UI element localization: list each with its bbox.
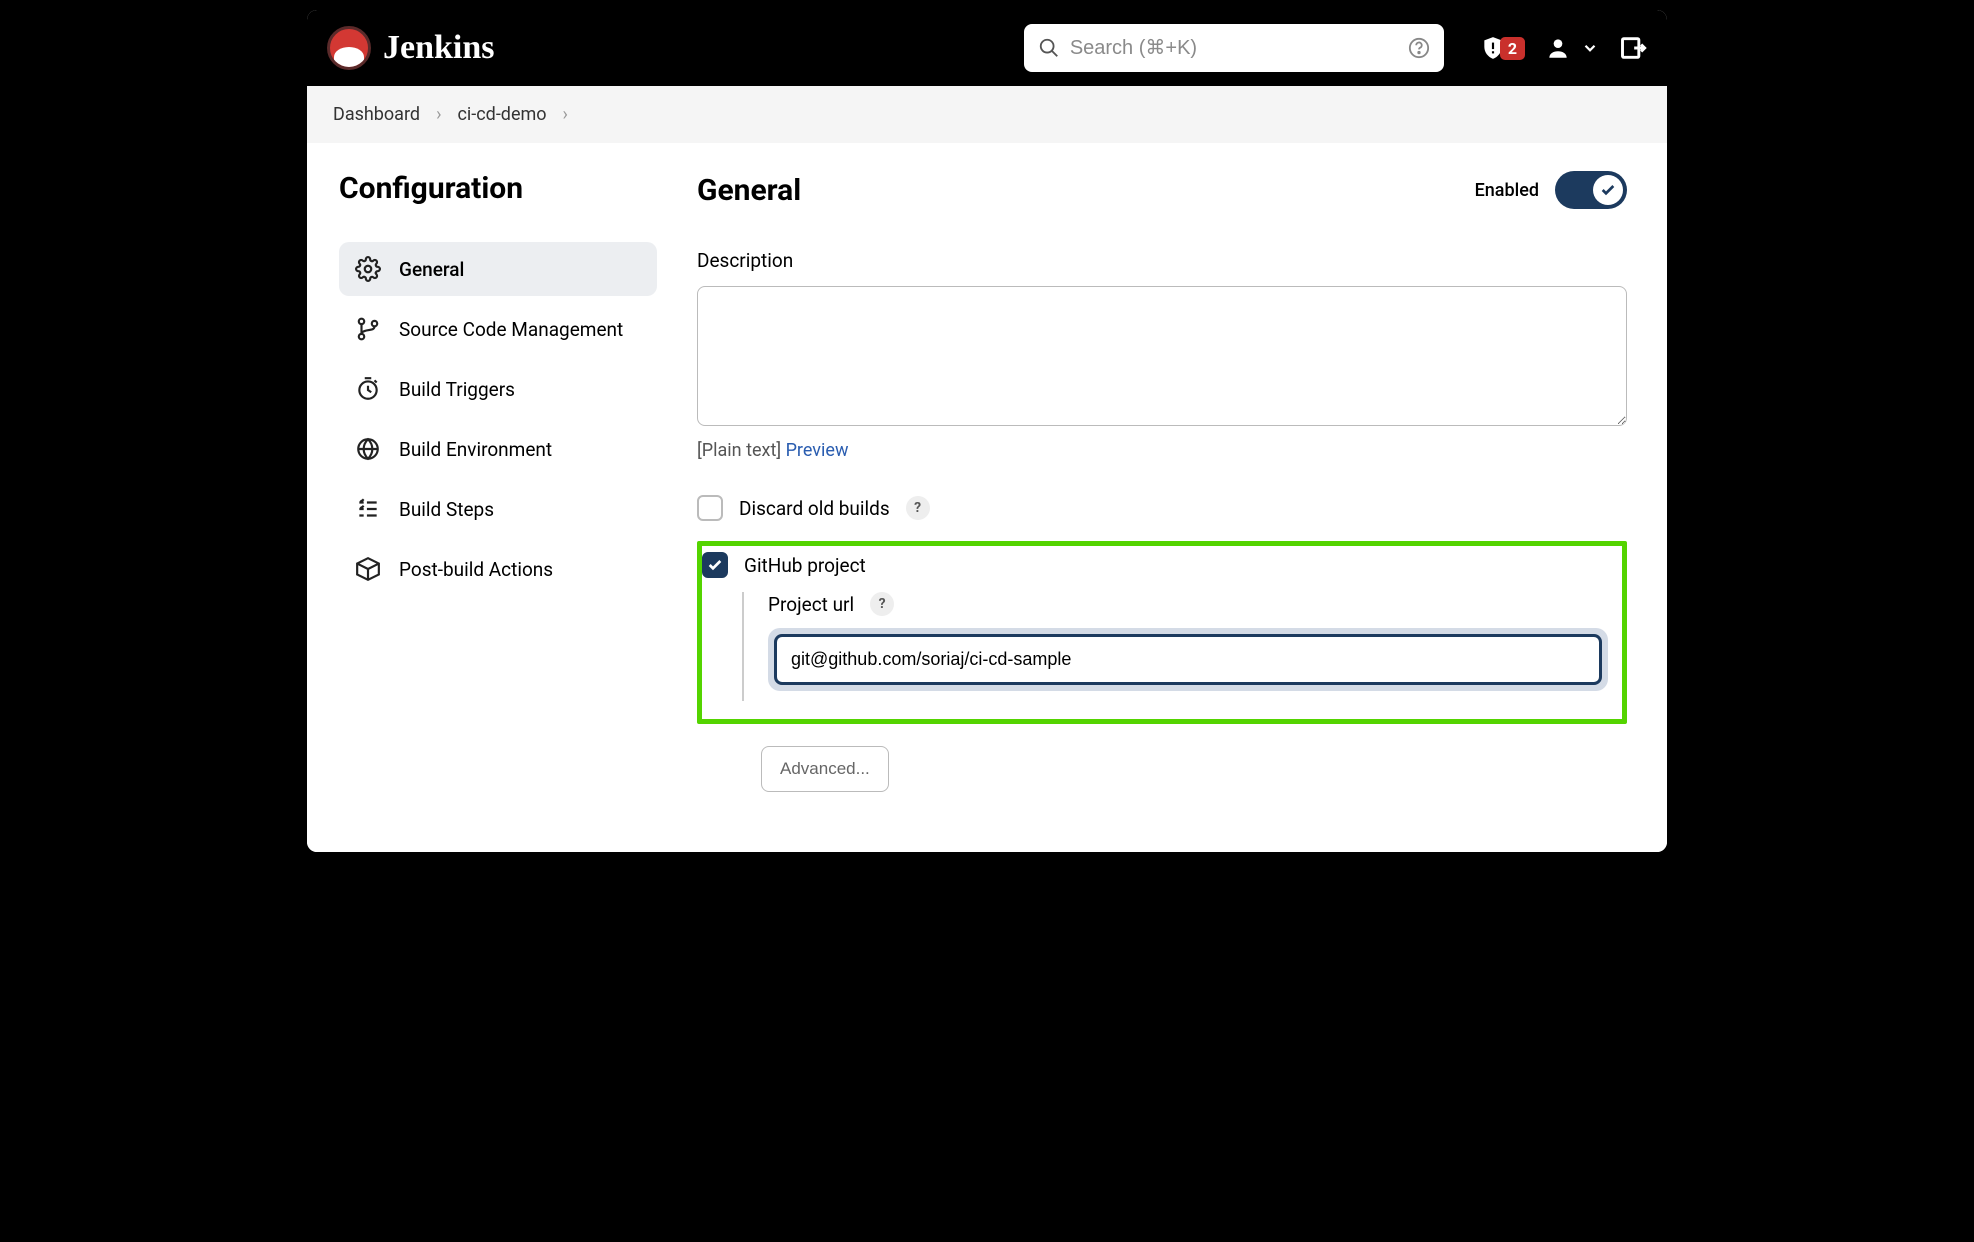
sidebar-item-label: Post-build Actions — [399, 558, 553, 581]
preview-link[interactable]: Preview — [786, 440, 849, 461]
brand[interactable]: Jenkins — [327, 26, 495, 70]
sidebar-item-label: Build Steps — [399, 498, 494, 521]
chevron-right-icon: › — [563, 104, 568, 125]
page-title: General — [697, 173, 801, 208]
help-icon[interactable]: ? — [906, 496, 930, 520]
sidebar-item-triggers[interactable]: Build Triggers — [339, 362, 657, 416]
sidebar-item-steps[interactable]: Build Steps — [339, 482, 657, 536]
check-icon — [1600, 182, 1616, 198]
globe-icon — [355, 436, 381, 462]
sidebar-item-label: Build Environment — [399, 438, 552, 461]
search-icon — [1038, 37, 1060, 59]
sidebar-item-postbuild[interactable]: Post-build Actions — [339, 542, 657, 596]
chevron-down-icon — [1581, 39, 1599, 57]
package-icon — [355, 556, 381, 582]
help-circle-icon[interactable] — [1408, 37, 1430, 59]
steps-icon — [355, 496, 381, 522]
advanced-button[interactable]: Advanced... — [761, 746, 889, 792]
help-icon[interactable]: ? — [870, 592, 894, 616]
description-textarea[interactable] — [697, 286, 1627, 426]
description-label: Description — [697, 249, 1627, 272]
top-header: Jenkins 2 — [307, 10, 1667, 86]
enabled-label: Enabled — [1475, 180, 1539, 201]
user-menu[interactable] — [1545, 35, 1599, 61]
search-input[interactable] — [1070, 37, 1398, 60]
branch-icon — [355, 316, 381, 342]
project-url-label: Project url — [768, 593, 854, 616]
sidebar-item-label: General — [399, 258, 464, 281]
breadcrumb: Dashboard › ci-cd-demo › — [307, 86, 1667, 143]
breadcrumb-item-dashboard[interactable]: Dashboard — [333, 104, 420, 125]
stopwatch-icon — [355, 376, 381, 402]
chevron-right-icon: › — [436, 104, 441, 125]
enabled-toggle-group: Enabled — [1475, 171, 1627, 209]
sidebar-item-label: Build Triggers — [399, 378, 515, 401]
sidebar-item-general[interactable]: General — [339, 242, 657, 296]
sidebar-item-label: Source Code Management — [399, 318, 623, 341]
alert-count-badge: 2 — [1500, 37, 1525, 60]
logout-icon — [1619, 34, 1647, 62]
plain-text-hint: [Plain text] — [697, 440, 781, 461]
github-project-label: GitHub project — [744, 554, 866, 577]
main-panel: General Enabled Description [Plain text] — [677, 143, 1667, 852]
toggle-knob — [1593, 175, 1623, 205]
gear-icon — [355, 256, 381, 282]
user-icon — [1545, 35, 1571, 61]
sidebar-item-scm[interactable]: Source Code Management — [339, 302, 657, 356]
discard-old-builds-checkbox[interactable] — [697, 495, 723, 521]
sidebar-item-environment[interactable]: Build Environment — [339, 422, 657, 476]
discard-old-builds-label: Discard old builds — [739, 497, 890, 520]
check-icon — [707, 557, 723, 573]
project-url-input[interactable] — [774, 634, 1602, 685]
security-alert[interactable]: 2 — [1480, 35, 1525, 61]
highlighted-section: GitHub project Project url ? — [697, 541, 1627, 724]
brand-name: Jenkins — [383, 29, 495, 67]
breadcrumb-item-project[interactable]: ci-cd-demo — [457, 104, 546, 125]
search-box[interactable] — [1024, 24, 1444, 72]
github-project-checkbox[interactable] — [702, 552, 728, 578]
sidebar: Configuration General Source Code Manage… — [307, 143, 677, 852]
enabled-toggle[interactable] — [1555, 171, 1627, 209]
sidebar-title: Configuration — [339, 171, 657, 206]
logout-button[interactable] — [1619, 34, 1647, 62]
jenkins-logo-icon — [327, 26, 371, 70]
